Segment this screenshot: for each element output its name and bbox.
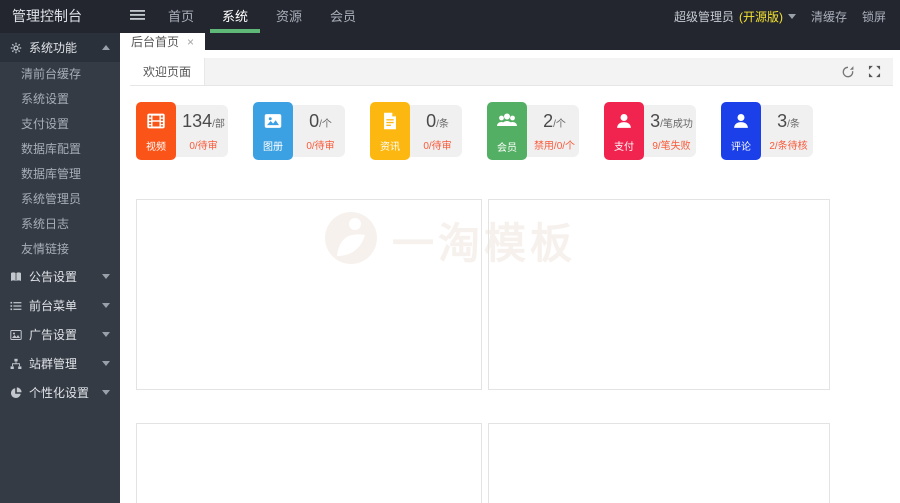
user-name: 超级管理员 xyxy=(673,10,734,24)
picture-icon xyxy=(262,110,284,137)
section-caret-icon xyxy=(102,361,110,366)
sidebar-section[interactable]: 公告设置 xyxy=(0,262,120,291)
users-icon xyxy=(495,109,519,138)
topnav-item-1[interactable]: 首页 xyxy=(154,0,208,33)
chart-placeholder xyxy=(136,199,482,390)
sitemap-icon xyxy=(10,358,22,370)
tab-label: 后台首页 xyxy=(131,35,180,49)
stat-card[interactable]: 图册 0/个 0/待审 xyxy=(253,102,345,160)
sidebar-item[interactable]: 支付设置 xyxy=(0,112,120,137)
sidebar-item[interactable]: 系统管理员 xyxy=(0,187,120,212)
sidebar-item[interactable]: 友情链接 xyxy=(0,237,120,262)
clear-cache-button[interactable]: 清缓存 xyxy=(811,8,847,25)
main-area: 后台首页 × 欢迎页面 一淘模板 视频 134/部 0/待审 图册 0/个 0/… xyxy=(120,33,900,503)
sidebar-section[interactable]: 站群管理 xyxy=(0,349,120,378)
collapse-menu-button[interactable] xyxy=(120,0,154,33)
user-icon xyxy=(613,110,635,137)
panel-header: 欢迎页面 xyxy=(130,58,893,86)
hamburger-icon xyxy=(129,8,145,26)
panel-body: 一淘模板 视频 134/部 0/待审 图册 0/个 0/待审 资讯 0/条 0/… xyxy=(130,86,893,503)
chart-placeholder xyxy=(136,423,482,503)
top-header: 管理控制台 首页 系统 资源 会员 超级管理员 (开源版) 清缓存 锁屏 xyxy=(0,0,900,33)
app-title: 管理控制台 xyxy=(12,8,82,24)
section-caret-icon xyxy=(102,332,110,337)
sidebar-item[interactable]: 系统设置 xyxy=(0,87,120,112)
tab-dashboard[interactable]: 后台首页 × xyxy=(120,33,206,50)
close-icon[interactable]: × xyxy=(187,36,194,48)
stat-card[interactable]: 会员 2/个 禁用/0/个 xyxy=(487,102,579,160)
sidebar-item[interactable]: 清前台缓存 xyxy=(0,62,120,87)
chevron-down-icon xyxy=(787,14,796,19)
pie-icon xyxy=(10,386,22,399)
topnav-item-2[interactable]: 系统 xyxy=(208,0,262,33)
sidebar: 系统功能 清前台缓存 系统设置 支付设置 数据库配置 数据库管理 系统管理员 系统日志 友情链… xyxy=(0,33,120,503)
edition-badge: (开源版) xyxy=(738,10,783,24)
sidebar-item[interactable]: 数据库管理 xyxy=(0,162,120,187)
sidebar-section[interactable]: 前台菜单 xyxy=(0,291,120,320)
stats-row: 视频 134/部 0/待审 图册 0/个 0/待审 资讯 0/条 0/待审 会员 xyxy=(136,102,813,160)
chart-placeholder xyxy=(488,423,830,503)
panel-actions xyxy=(841,58,893,85)
sidebar-item[interactable]: 系统日志 xyxy=(0,212,120,237)
fullscreen-icon[interactable] xyxy=(868,65,881,78)
sidebar-item[interactable]: 数据库配置 xyxy=(0,137,120,162)
tab-welcome[interactable]: 欢迎页面 xyxy=(130,58,206,85)
user-dropdown[interactable]: 超级管理员 (开源版) xyxy=(674,8,796,25)
topnav-item-4[interactable]: 会员 xyxy=(316,0,370,33)
content-area: 欢迎页面 一淘模板 视频 134/部 0/待审 图册 0/个 0/待审 资讯 0… xyxy=(120,50,900,503)
stat-card[interactable]: 视频 134/部 0/待审 xyxy=(136,102,228,160)
image-icon xyxy=(10,329,22,341)
list-icon xyxy=(10,300,22,312)
page-tabbar: 后台首页 × xyxy=(120,33,900,50)
user-icon xyxy=(730,110,752,137)
stat-card[interactable]: 资讯 0/条 0/待审 xyxy=(370,102,462,160)
lock-screen-button[interactable]: 锁屏 xyxy=(862,8,886,25)
section-caret-icon xyxy=(102,45,110,50)
section-caret-icon xyxy=(102,274,110,279)
chart-row-top xyxy=(136,199,893,390)
gear-icon xyxy=(10,42,22,54)
stat-card[interactable]: 支付 3/笔成功 9/笔失败 xyxy=(604,102,696,160)
film-icon xyxy=(145,110,167,137)
chart-placeholder xyxy=(488,199,830,390)
topnav-item-3[interactable]: 资源 xyxy=(262,0,316,33)
stat-card[interactable]: 评论 3/条 2/条待核 xyxy=(721,102,813,160)
header-right: 超级管理员 (开源版) 清缓存 锁屏 xyxy=(674,0,900,33)
sidebar-section[interactable]: 广告设置 xyxy=(0,320,120,349)
refresh-icon[interactable] xyxy=(841,65,855,79)
chart-row-bottom xyxy=(136,423,893,503)
doc-icon xyxy=(379,110,401,137)
book-icon xyxy=(10,271,22,283)
section-caret-icon xyxy=(102,303,110,308)
sidebar-section[interactable]: 系统功能 xyxy=(0,33,120,62)
section-caret-icon xyxy=(102,390,110,395)
top-nav: 首页 系统 资源 会员 xyxy=(154,0,370,33)
sidebar-section[interactable]: 个性化设置 xyxy=(0,378,120,407)
